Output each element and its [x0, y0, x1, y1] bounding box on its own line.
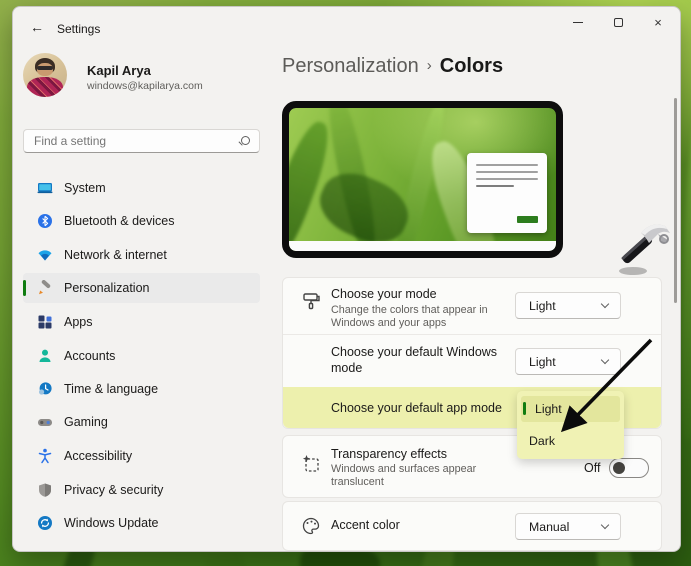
- app-mode-flyout: Light Dark: [517, 391, 624, 459]
- accent-color-dropdown[interactable]: Manual: [515, 513, 621, 540]
- settings-window: ← Settings × Kapil Arya windows@kapilary…: [12, 6, 681, 552]
- search-icon: [241, 136, 250, 145]
- sidebar-item-time-language[interactable]: Time & language: [23, 374, 260, 404]
- palette-icon: [302, 517, 320, 535]
- sidebar-item-personalization[interactable]: Personalization: [23, 273, 260, 303]
- search-box[interactable]: [23, 129, 260, 153]
- close-button[interactable]: ×: [638, 7, 678, 37]
- preview-taskbar: [289, 241, 556, 251]
- breadcrumb-section[interactable]: Personalization: [282, 55, 419, 77]
- paint-roller-icon: [303, 293, 320, 310]
- bluetooth-icon: [38, 214, 52, 228]
- accent-color-card: Accent color Manual: [282, 501, 662, 551]
- user-name: Kapil Arya: [87, 63, 151, 78]
- accent-color-title: Accent color: [331, 518, 400, 532]
- transparency-icon: [302, 455, 319, 472]
- scrollbar[interactable]: [674, 98, 677, 303]
- search-input[interactable]: [34, 130, 234, 152]
- maximize-icon: [613, 17, 623, 27]
- sidebar-item-network[interactable]: Network & internet: [23, 240, 260, 270]
- sidebar-item-system[interactable]: System: [23, 173, 260, 203]
- sidebar-item-accounts[interactable]: Accounts: [23, 341, 260, 371]
- preview-accent-button: [517, 216, 538, 223]
- sidebar-item-gaming[interactable]: Gaming: [23, 407, 260, 437]
- accessibility-icon: [38, 448, 52, 464]
- network-icon: [38, 250, 52, 261]
- transparency-toggle[interactable]: [609, 458, 650, 478]
- hammer-annotation-icon: [619, 224, 670, 275]
- minimize-button[interactable]: [558, 7, 598, 37]
- window-title: Settings: [57, 22, 101, 36]
- user-profile[interactable]: Kapil Arya windows@kapilarya.com: [23, 53, 268, 101]
- avatar: [23, 53, 67, 97]
- time-language-icon: [39, 382, 52, 395]
- default-app-mode-title: Choose your default app mode: [331, 401, 502, 415]
- default-windows-mode-dropdown[interactable]: Light: [515, 348, 621, 375]
- preview-app-window: [467, 153, 547, 233]
- apps-icon: [38, 315, 52, 329]
- chevron-down-icon: [600, 355, 610, 365]
- breadcrumb: Personalization › Colors: [282, 55, 503, 78]
- default-windows-mode-title: Choose your default Windows mode: [331, 345, 498, 375]
- maximize-button[interactable]: [598, 7, 638, 37]
- breadcrumb-separator-icon: ›: [426, 57, 432, 74]
- transparency-title: Transparency effects: [331, 447, 448, 461]
- privacy-icon: [39, 483, 51, 497]
- gaming-icon: [38, 419, 52, 426]
- sidebar-item-accessibility[interactable]: Accessibility: [23, 441, 260, 471]
- back-button[interactable]: ←: [25, 16, 49, 38]
- choose-mode-description: Change the colors that appear in Windows…: [331, 304, 488, 329]
- sidebar-item-privacy[interactable]: Privacy & security: [23, 475, 260, 505]
- flyout-option-light[interactable]: Light: [521, 396, 620, 422]
- choose-mode-dropdown[interactable]: Light: [515, 292, 621, 319]
- page-title: Colors: [439, 55, 504, 77]
- sidebar-item-bluetooth[interactable]: Bluetooth & devices: [23, 206, 260, 236]
- transparency-description: Windows and surfaces appear translucent: [331, 463, 477, 488]
- personalization-icon: [39, 280, 51, 295]
- choose-mode-title: Choose your mode: [331, 287, 437, 301]
- accounts-icon: [39, 349, 51, 362]
- theme-preview-monitor: [282, 101, 563, 258]
- sidebar-item-apps[interactable]: Apps: [23, 307, 260, 337]
- user-email: windows@kapilarya.com: [87, 80, 203, 92]
- minimize-icon: [573, 21, 583, 23]
- toggle-state-label: Off: [584, 461, 601, 475]
- titlebar: ← Settings ×: [13, 7, 680, 47]
- preview-wallpaper: [289, 108, 556, 251]
- windows-update-icon: [38, 516, 52, 530]
- chevron-down-icon: [600, 299, 610, 309]
- flyout-option-dark[interactable]: Dark: [521, 428, 620, 454]
- toggle-knob: [613, 462, 626, 474]
- sidebar-item-windows-update[interactable]: Windows Update: [23, 508, 260, 538]
- close-icon: ×: [654, 14, 662, 30]
- system-icon: [37, 183, 53, 194]
- chevron-down-icon: [600, 520, 610, 530]
